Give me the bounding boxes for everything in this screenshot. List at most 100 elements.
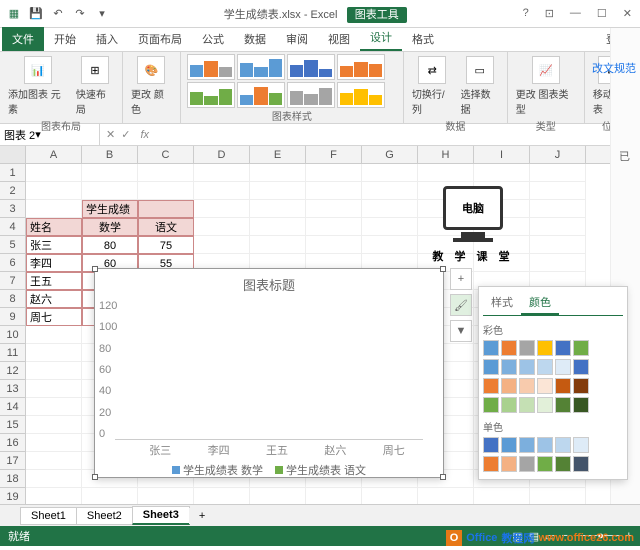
color-swatch[interactable] [573,456,589,472]
chart-legend[interactable]: 学生成绩表 数学学生成绩表 语文 [95,458,443,482]
cell[interactable]: 李四 [26,254,82,272]
undo-icon[interactable]: ↶ [48,4,68,24]
color-swatch[interactable] [483,456,499,472]
cell[interactable] [306,488,362,504]
side-link[interactable]: 改文规范 [592,60,636,76]
cell[interactable] [194,164,250,182]
tab-design[interactable]: 设计 [360,25,402,51]
col-header[interactable]: F [306,146,362,163]
cell[interactable] [194,200,250,218]
row-header[interactable]: 5 [0,236,26,254]
cell[interactable] [26,326,82,344]
cell[interactable] [194,182,250,200]
redo-icon[interactable]: ↷ [70,4,90,24]
cell[interactable] [530,254,586,272]
cell[interactable] [362,182,418,200]
tab-formulas[interactable]: 公式 [192,27,234,51]
cell[interactable] [250,164,306,182]
color-swatch[interactable] [483,359,499,375]
cell[interactable] [194,488,250,504]
sheet-tab-2[interactable]: Sheet2 [76,507,133,525]
change-chart-type-button[interactable]: 📈 更改 图表类型 [514,54,578,118]
save-icon[interactable]: 💾 [26,4,46,24]
cell[interactable] [26,470,82,488]
row-header[interactable]: 13 [0,380,26,398]
style-thumb-1[interactable] [187,54,235,80]
chart-plot-area[interactable]: 020406080100120 [95,300,443,440]
cell[interactable] [26,200,82,218]
cell[interactable] [138,182,194,200]
color-swatch[interactable] [519,340,535,356]
color-swatch[interactable] [483,378,499,394]
cell[interactable] [362,218,418,236]
cell[interactable] [474,488,530,504]
qat-dropdown-icon[interactable]: ▾ [92,4,112,24]
col-header[interactable]: G [362,146,418,163]
row-header[interactable]: 9 [0,308,26,326]
resize-handle[interactable] [440,266,446,272]
cell[interactable] [82,488,138,504]
row-header[interactable]: 2 [0,182,26,200]
style-thumb-8[interactable] [337,82,385,108]
col-header[interactable]: E [250,146,306,163]
tab-file[interactable]: 文件 [2,27,44,51]
row-header[interactable]: 16 [0,434,26,452]
maximize-icon[interactable]: ☐ [593,5,611,22]
color-swatch[interactable] [519,378,535,394]
color-swatch[interactable] [519,397,535,413]
color-swatch[interactable] [537,359,553,375]
color-swatch[interactable] [537,340,553,356]
tab-layout[interactable]: 页面布局 [128,27,192,51]
help-icon[interactable]: ? [519,5,533,22]
cell[interactable] [474,164,530,182]
cell[interactable] [82,182,138,200]
cell[interactable] [362,488,418,504]
cell[interactable] [26,488,82,504]
cell[interactable] [250,182,306,200]
cell[interactable] [26,362,82,380]
style-thumb-3[interactable] [287,54,335,80]
cell[interactable] [530,200,586,218]
row-header[interactable]: 15 [0,416,26,434]
chart-elements-button[interactable]: + [450,268,472,290]
row-header[interactable]: 12 [0,362,26,380]
color-swatch[interactable] [537,437,553,453]
cell[interactable] [250,236,306,254]
color-swatch[interactable] [519,359,535,375]
col-header[interactable]: H [418,146,474,163]
change-color-button[interactable]: 🎨 更改 颜色 [129,54,174,118]
cell[interactable] [362,200,418,218]
formula-input[interactable] [153,124,640,145]
cell[interactable] [250,200,306,218]
cell[interactable] [530,182,586,200]
cell[interactable] [138,488,194,504]
col-header[interactable]: C [138,146,194,163]
cell[interactable] [194,236,250,254]
cell[interactable] [530,218,586,236]
cell[interactable] [418,488,474,504]
cell[interactable] [138,200,194,218]
cell[interactable] [194,218,250,236]
resize-handle[interactable] [92,474,98,480]
cell[interactable]: 语文 [138,218,194,236]
tab-view[interactable]: 视图 [318,27,360,51]
cell[interactable] [26,398,82,416]
color-swatch[interactable] [573,397,589,413]
cancel-formula-icon[interactable]: ✕ [106,128,115,141]
row-header[interactable]: 4 [0,218,26,236]
close-icon[interactable]: ✕ [619,5,636,22]
row-header[interactable]: 10 [0,326,26,344]
row-header[interactable]: 1 [0,164,26,182]
color-swatch[interactable] [573,437,589,453]
cell[interactable] [26,380,82,398]
color-swatch[interactable] [555,397,571,413]
cell[interactable]: 王五 [26,272,82,290]
resize-handle[interactable] [440,474,446,480]
cell[interactable]: 张三 [26,236,82,254]
col-header[interactable]: I [474,146,530,163]
color-swatch[interactable] [483,437,499,453]
cell[interactable]: 姓名 [26,218,82,236]
tab-home[interactable]: 开始 [44,27,86,51]
select-data-button[interactable]: ▭ 选择数据 [459,54,501,118]
sheet-tab-3[interactable]: Sheet3 [132,506,190,525]
